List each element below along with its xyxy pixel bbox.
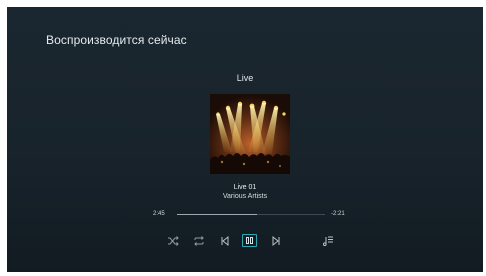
album-art[interactable] — [210, 94, 290, 174]
elapsed-time: 2:45 — [153, 211, 165, 217]
progress-bar[interactable] — [177, 214, 325, 215]
album-heading: Live — [236, 73, 254, 83]
shuffle-button[interactable] — [165, 233, 181, 249]
shuffle-icon — [168, 236, 179, 246]
track-title: Live 01 — [233, 184, 257, 191]
pause-button[interactable] — [242, 234, 257, 247]
track-artist: Various Artists — [222, 193, 268, 200]
previous-button[interactable] — [217, 233, 233, 249]
remaining-time: -2:21 — [331, 211, 345, 217]
playback-controls — [7, 233, 483, 249]
queue-icon — [323, 236, 333, 246]
next-icon — [272, 235, 280, 247]
next-button[interactable] — [268, 233, 284, 249]
repeat-icon — [194, 236, 204, 246]
queue-button[interactable] — [320, 233, 336, 249]
pause-icon — [246, 237, 253, 244]
page-title: Воспроизводится сейчас — [46, 33, 187, 47]
previous-icon — [221, 235, 229, 247]
now-playing-screen: Воспроизводится сейчас Live Live 01 Vari… — [7, 7, 483, 272]
repeat-button[interactable] — [191, 233, 207, 249]
progress-fill — [177, 214, 257, 215]
